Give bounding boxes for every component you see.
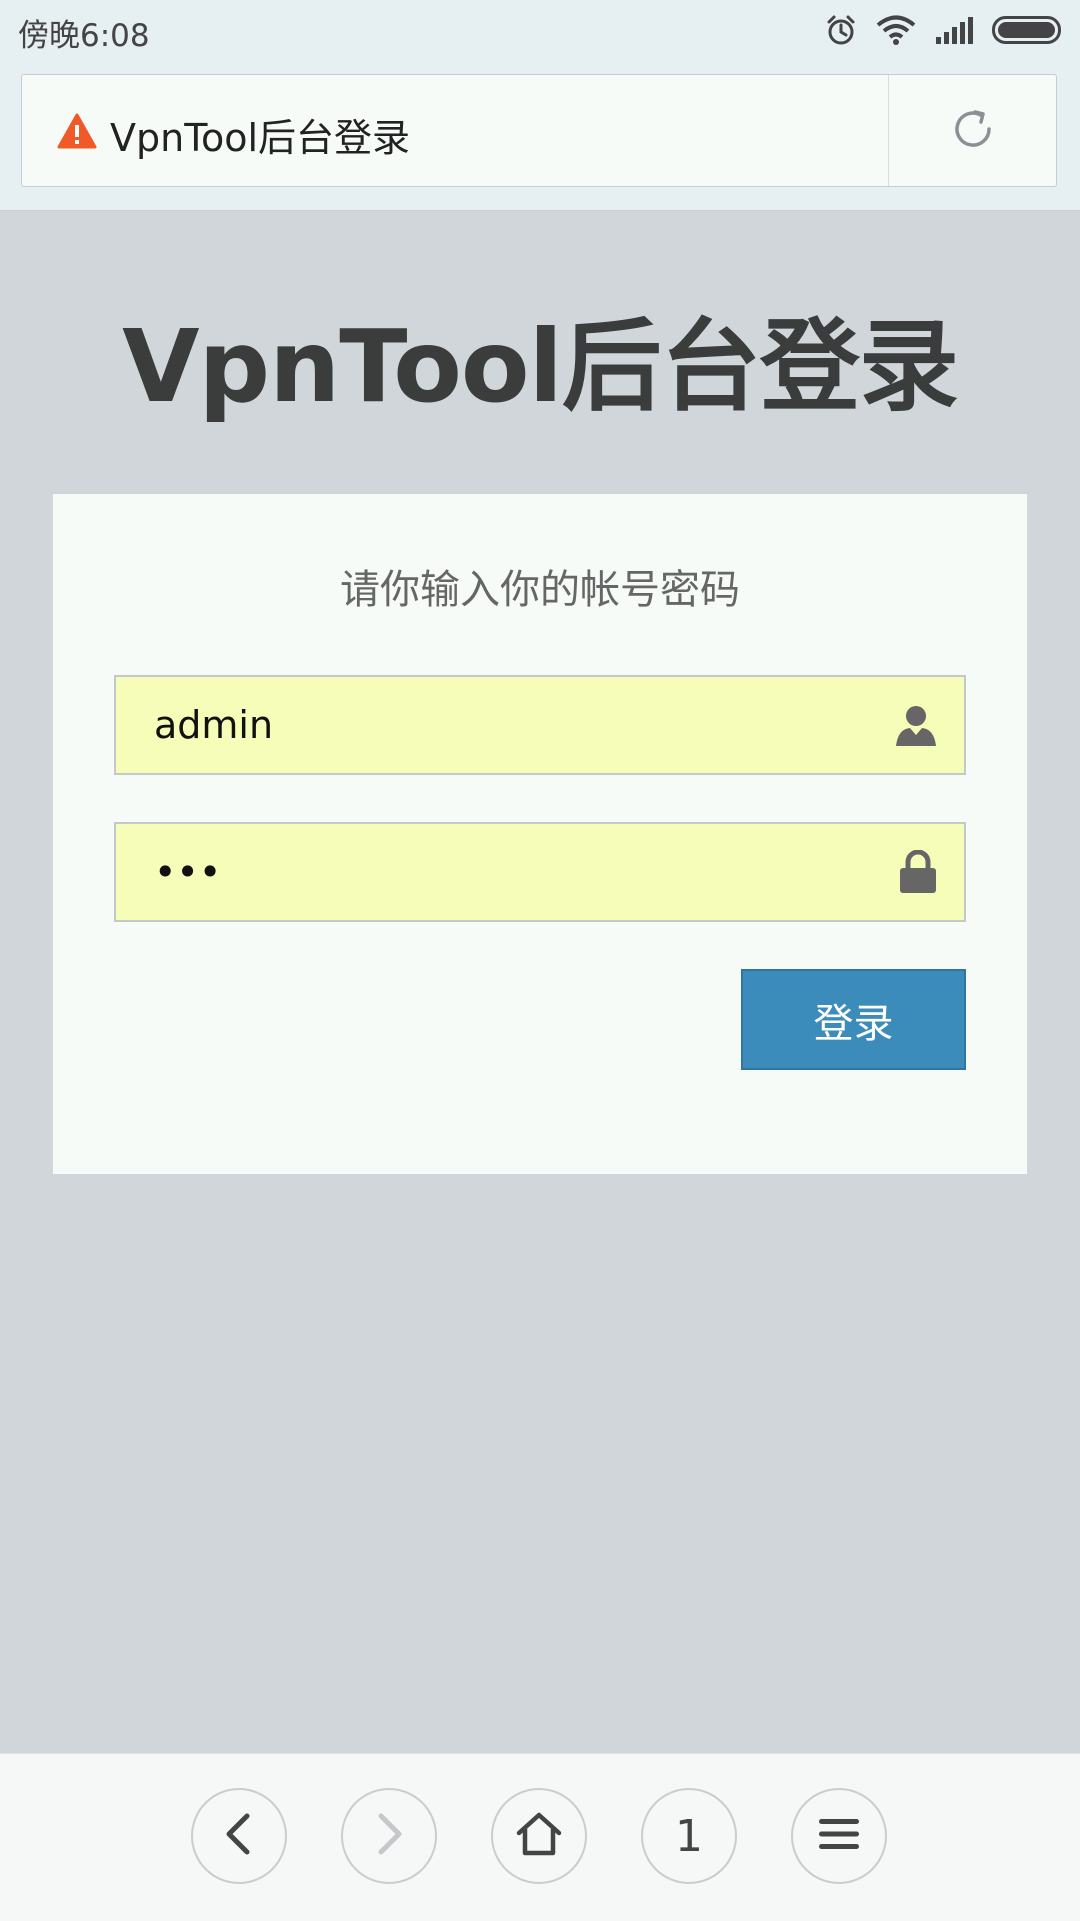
wifi-icon [876,14,916,46]
battery-icon [992,15,1064,45]
warning-icon [57,113,97,153]
forward-icon [369,1812,409,1860]
home-icon [515,1811,563,1861]
status-bar: 傍晚6:08 [0,0,1080,60]
forward-button[interactable] [341,1788,437,1884]
tabs-button[interactable]: 1 [641,1788,737,1884]
signal-icon [934,15,974,45]
login-button[interactable]: 登录 [741,969,966,1070]
home-button[interactable] [491,1788,587,1884]
page-url-title[interactable]: VpnTool后台登录 [110,107,410,162]
username-field[interactable] [114,675,966,775]
browser-bottom-nav: 1 [0,1753,1080,1921]
password-field[interactable] [114,822,966,922]
browser-header: VpnTool后台登录 [0,60,1080,211]
login-card: 请你输入你的帐号密码 登录 [53,494,1027,1174]
reload-icon [951,107,995,155]
alarm-icon [824,13,858,47]
back-icon [219,1812,259,1860]
lock-icon [898,849,938,898]
menu-button[interactable] [791,1788,887,1884]
menu-icon [817,1816,861,1856]
status-time: 傍晚6:08 [18,18,150,54]
status-icons [824,10,1064,50]
login-prompt: 请你输入你的帐号密码 [340,567,740,613]
user-icon [894,703,938,751]
username-input[interactable] [116,677,876,773]
reload-button[interactable] [889,75,1056,186]
address-bar[interactable]: VpnTool后台登录 [21,74,1057,187]
tab-count: 1 [675,1810,703,1862]
password-input[interactable] [116,824,876,920]
page-title: VpnTool后台登录 [122,308,959,425]
back-button[interactable] [191,1788,287,1884]
